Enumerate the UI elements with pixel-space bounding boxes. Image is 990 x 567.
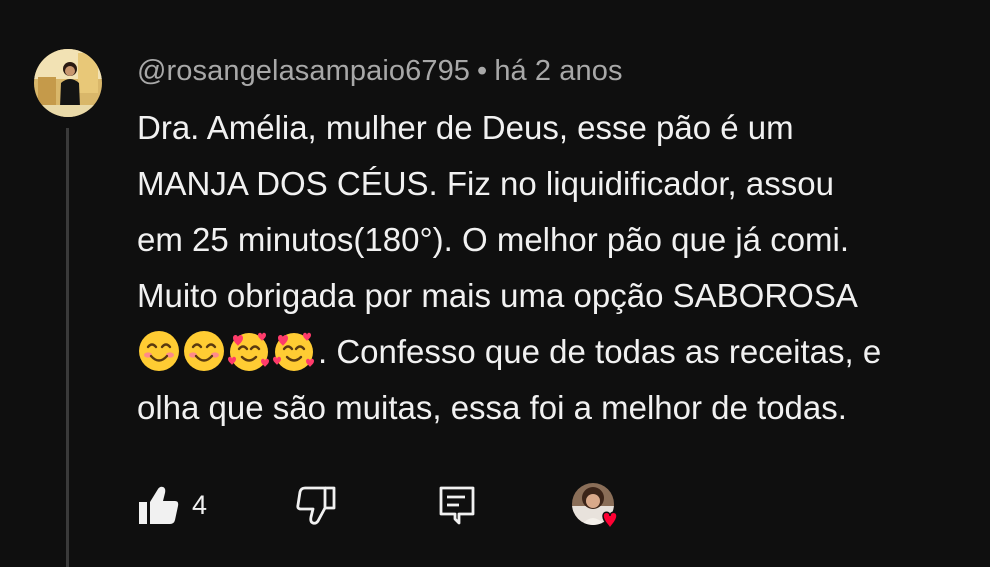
header-separator: • <box>477 55 488 87</box>
comment-line: Dra. Amélia, mulher de Deus, esse pão é … <box>137 109 794 146</box>
comment-text: Dra. Amélia, mulher de Deus, esse pão é … <box>137 100 989 436</box>
smiling-face-with-hearts-icon <box>273 333 314 372</box>
comment-line: MANJA DOS CÉUS. Fiz no liquidificador, a… <box>137 165 834 202</box>
comment-line-text: . Confesso que de todas as receitas, e <box>318 333 882 370</box>
thumb-up-icon <box>139 486 179 524</box>
smiling-face-with-smiling-eyes-icon <box>184 331 224 372</box>
like-button[interactable] <box>137 484 181 526</box>
comment-header: @rosangelasampaio6795 • há 2 anos <box>137 55 623 88</box>
like-count: 4 <box>192 490 208 520</box>
comment-line: Muito obrigada por mais uma opção SABORO… <box>137 277 858 314</box>
smiling-face-with-smiling-eyes-icon <box>139 331 179 372</box>
thumb-down-icon <box>296 486 336 525</box>
smiling-face-with-hearts-icon <box>228 333 269 372</box>
comment-line-with-emojis: . Confesso que de todas as receitas, e <box>137 324 989 380</box>
reply-icon <box>439 486 475 525</box>
creator-heart-icon <box>571 482 627 532</box>
timestamp[interactable]: há 2 anos <box>494 55 622 87</box>
username[interactable]: @rosangelasampaio6795 <box>137 55 470 87</box>
comment-line: olha que são muitas, essa foi a melhor d… <box>137 389 847 426</box>
comment-line: em 25 minutos(180°). O melhor pão que já… <box>137 221 850 258</box>
avatar[interactable] <box>34 49 102 117</box>
thread-line <box>66 128 69 567</box>
reply-button[interactable] <box>437 484 477 526</box>
dislike-button[interactable] <box>295 484 339 526</box>
emoji-group <box>137 329 316 373</box>
